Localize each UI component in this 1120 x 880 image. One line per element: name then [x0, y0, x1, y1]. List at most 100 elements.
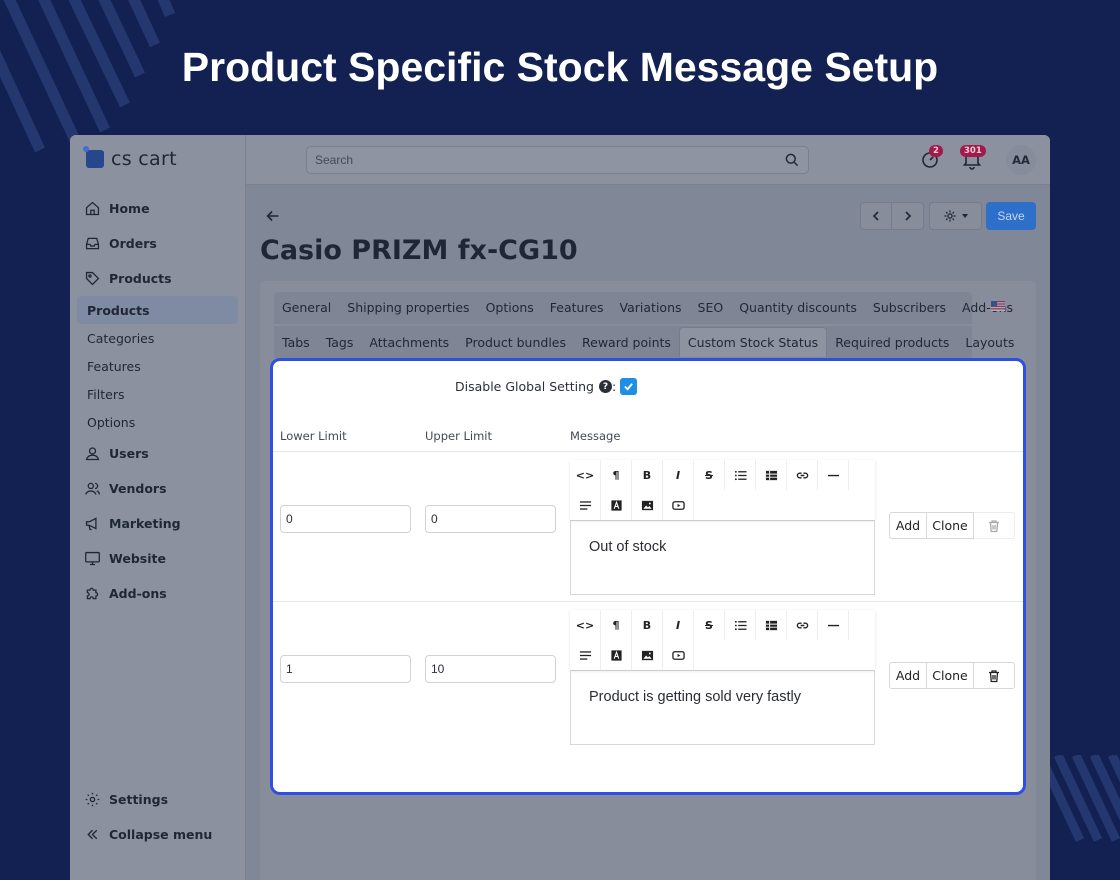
settings-dropdown-button[interactable]	[929, 202, 982, 230]
link-icon[interactable]	[787, 610, 818, 640]
sidebar-item-website[interactable]: Website	[84, 546, 166, 570]
bold-icon[interactable]: B	[632, 610, 663, 640]
add-button[interactable]: Add	[889, 662, 927, 689]
tab-tabs[interactable]: Tabs	[274, 327, 318, 357]
tab-shipping-properties[interactable]: Shipping properties	[339, 292, 477, 322]
tab-options[interactable]: Options	[478, 292, 542, 322]
horizontal-rule-icon[interactable]	[818, 610, 849, 640]
colon-separator: :	[611, 379, 617, 394]
save-button[interactable]: Save	[986, 202, 1036, 230]
sidebar-sub-options[interactable]: Options	[87, 412, 135, 432]
link-icon[interactable]	[787, 460, 818, 490]
strikethrough-icon[interactable]: S	[694, 610, 725, 640]
sidebar-sub-products[interactable]: Products	[77, 296, 238, 324]
font-color-icon[interactable]	[601, 490, 632, 520]
clone-button[interactable]: Clone	[927, 512, 974, 539]
message-editor: <> ¶ B I S Product is getting sold very …	[570, 610, 875, 745]
code-view-icon[interactable]: <>	[570, 460, 601, 490]
sidebar-item-addons[interactable]: Add-ons	[84, 581, 167, 605]
home-icon	[85, 201, 100, 215]
next-product-button[interactable]	[892, 202, 924, 230]
lower-limit-input[interactable]	[280, 505, 411, 533]
clone-button[interactable]: Clone	[927, 662, 974, 689]
sidebar-sub-filters[interactable]: Filters	[87, 384, 124, 404]
tab-general[interactable]: General	[274, 292, 339, 322]
sidebar-sub-features[interactable]: Features	[87, 356, 141, 376]
cs-cart-logo[interactable]: cs cart	[83, 146, 177, 171]
help-count-badge: 2	[929, 145, 943, 157]
help-button[interactable]: 2	[919, 145, 943, 170]
user-icon	[85, 446, 100, 460]
table-icon[interactable]	[756, 460, 787, 490]
tab-add-ons[interactable]: Add-ons	[954, 292, 1021, 322]
paragraph-icon[interactable]: ¶	[601, 610, 632, 640]
video-icon[interactable]	[663, 490, 694, 520]
image-icon[interactable]	[632, 640, 663, 670]
sidebar-label-website: Website	[109, 550, 166, 566]
chevron-left-icon	[872, 211, 879, 221]
row-actions: Add Clone	[889, 662, 1015, 689]
italic-icon[interactable]: I	[663, 610, 694, 640]
back-arrow-icon[interactable]	[264, 207, 282, 225]
video-icon[interactable]	[663, 640, 694, 670]
sidebar-item-products[interactable]: Products	[84, 266, 172, 290]
disable-global-checkbox[interactable]	[620, 378, 638, 395]
message-text-area[interactable]: Out of stock	[570, 520, 875, 595]
add-button[interactable]: Add	[889, 512, 927, 539]
message-text-area[interactable]: Product is getting sold very fastly	[570, 670, 875, 745]
tab-variations[interactable]: Variations	[612, 292, 690, 322]
tab-layouts[interactable]: Layouts	[957, 327, 1022, 357]
code-view-icon[interactable]: <>	[570, 610, 601, 640]
sidebar-item-vendors[interactable]: Vendors	[84, 476, 167, 500]
sidebar-item-orders[interactable]: Orders	[84, 231, 157, 255]
unordered-list-icon[interactable]	[725, 460, 756, 490]
tab-quantity-discounts[interactable]: Quantity discounts	[731, 292, 865, 322]
align-icon[interactable]	[570, 640, 601, 670]
tab-subscribers[interactable]: Subscribers	[865, 292, 954, 322]
tab-features[interactable]: Features	[542, 292, 612, 322]
tab-tags[interactable]: Tags	[318, 327, 362, 357]
disable-global-label: Disable Global Setting	[455, 379, 594, 394]
sidebar-sub-categories[interactable]: Categories	[87, 328, 154, 348]
user-avatar[interactable]: AA	[1006, 145, 1036, 175]
tab-reward-points[interactable]: Reward points	[574, 327, 679, 357]
sidebar-item-marketing[interactable]: Marketing	[84, 511, 181, 535]
help-icon[interactable]: ?	[598, 380, 612, 393]
prev-next-group	[860, 202, 924, 230]
image-icon[interactable]	[632, 490, 663, 520]
delete-button[interactable]	[974, 512, 1015, 539]
bold-icon[interactable]: B	[632, 460, 663, 490]
upper-limit-input[interactable]	[425, 655, 556, 683]
sidebar-label-orders: Orders	[109, 235, 157, 251]
unordered-list-icon[interactable]	[725, 610, 756, 640]
us-flag-icon[interactable]	[991, 301, 1005, 311]
tab-custom-stock-status[interactable]: Custom Stock Status	[678, 327, 828, 357]
tab-attachments[interactable]: Attachments	[361, 327, 457, 357]
topbar: 2 301 AA	[246, 135, 1050, 185]
search-box[interactable]	[306, 146, 809, 174]
table-icon[interactable]	[756, 610, 787, 640]
font-color-icon[interactable]	[601, 640, 632, 670]
align-icon[interactable]	[570, 490, 601, 520]
sidebar-item-settings[interactable]: Settings	[84, 787, 168, 811]
sidebar-item-home[interactable]: Home	[84, 196, 150, 220]
italic-icon[interactable]: I	[663, 460, 694, 490]
sidebar-item-users[interactable]: Users	[84, 441, 149, 465]
lower-limit-input[interactable]	[280, 655, 411, 683]
horizontal-rule-icon[interactable]	[818, 460, 849, 490]
banner-title: Product Specific Stock Message Setup	[181, 44, 939, 90]
sidebar-item-collapse-menu[interactable]: Collapse menu	[84, 822, 212, 846]
vendors-icon	[85, 482, 100, 495]
gear-icon	[943, 210, 956, 222]
chevron-right-icon	[904, 211, 911, 221]
strikethrough-icon[interactable]: S	[694, 460, 725, 490]
paragraph-icon[interactable]: ¶	[601, 460, 632, 490]
tab-product-bundles[interactable]: Product bundles	[457, 327, 574, 357]
upper-limit-input[interactable]	[425, 505, 556, 533]
previous-product-button[interactable]	[860, 202, 892, 230]
delete-button[interactable]	[974, 662, 1015, 689]
tab-required-products[interactable]: Required products	[827, 327, 957, 357]
search-input[interactable]	[315, 153, 755, 167]
notifications-button[interactable]: 301	[960, 145, 986, 170]
tab-seo[interactable]: SEO	[690, 292, 732, 322]
